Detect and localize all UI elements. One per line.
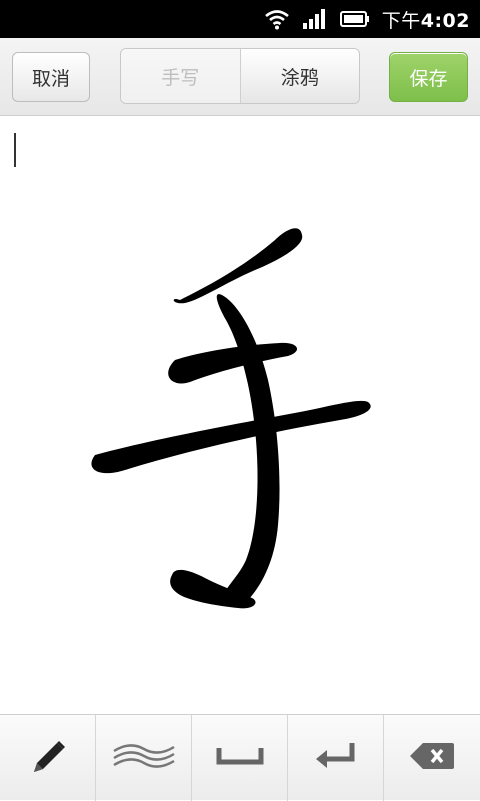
status-bar: 下午4:02 (0, 0, 480, 38)
pen-icon (28, 736, 68, 780)
tab-handwriting[interactable]: 手写 (121, 49, 240, 103)
mode-switcher: 手写 涂鸦 (120, 48, 360, 104)
drawing-canvas[interactable] (0, 117, 480, 714)
enter-button[interactable] (288, 715, 384, 801)
space-icon (216, 744, 264, 772)
wifi-icon (264, 8, 290, 30)
space-button[interactable] (192, 715, 288, 801)
clock-time: 4:02 (420, 9, 470, 32)
cancel-button[interactable]: 取消 (12, 52, 90, 102)
bottom-toolbar (0, 714, 480, 801)
pen-tool-button[interactable] (0, 715, 96, 801)
battery-icon (339, 10, 370, 28)
top-action-bar: 取消 手写 涂鸦 保存 (0, 38, 480, 116)
tab-doodle[interactable]: 涂鸦 (239, 49, 359, 103)
clock-prefix: 下午 (381, 9, 421, 32)
signal-icon (302, 8, 328, 30)
backspace-button[interactable] (384, 715, 480, 801)
enter-icon (314, 741, 358, 775)
save-button[interactable]: 保存 (389, 52, 468, 102)
text-cursor (14, 133, 16, 167)
brush-stroke-icon (112, 739, 176, 777)
backspace-icon (408, 740, 456, 776)
handwritten-character-drawing (91, 228, 371, 609)
brush-style-button[interactable] (96, 715, 192, 801)
status-clock: 下午4:02 (382, 6, 470, 33)
